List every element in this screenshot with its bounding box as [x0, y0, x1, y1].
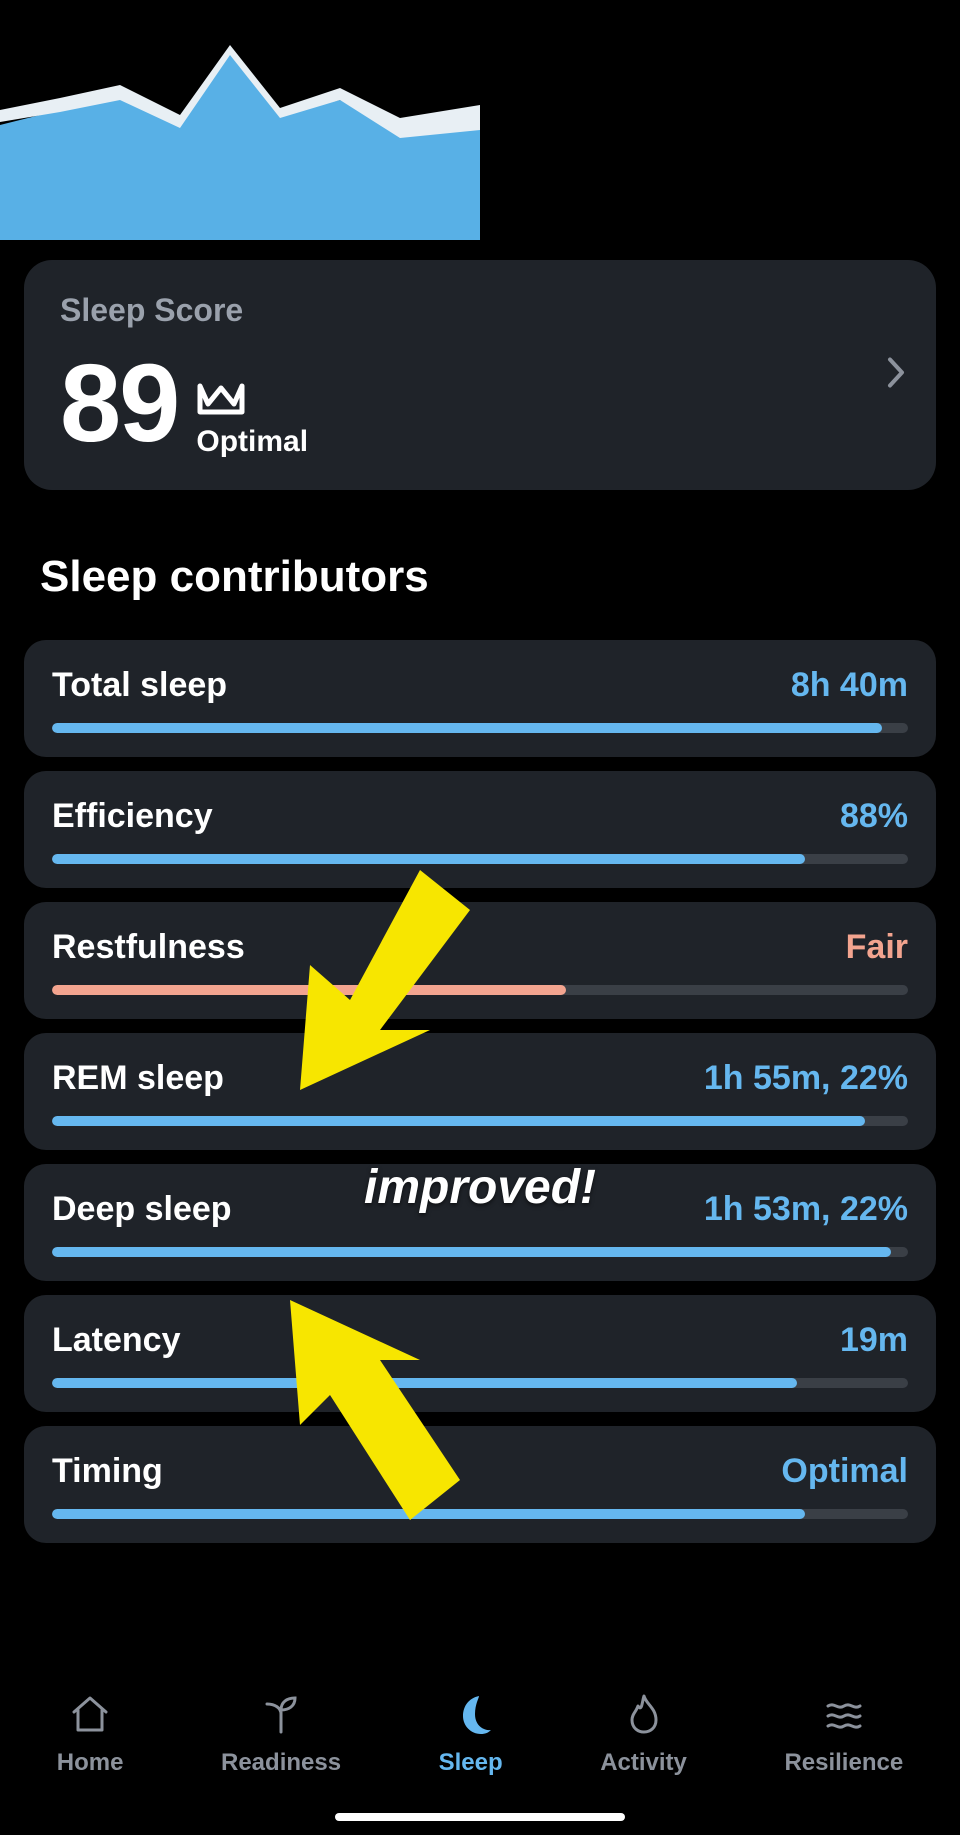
contributor-timing[interactable]: Timing Optimal — [24, 1426, 936, 1543]
contributor-label: Total sleep — [52, 666, 227, 705]
progress-bar — [52, 854, 908, 864]
progress-bar — [52, 985, 908, 995]
sleep-score-label: Sleep Score — [60, 292, 900, 329]
contributor-total-sleep[interactable]: Total sleep 8h 40m — [24, 640, 936, 757]
progress-bar — [52, 723, 908, 733]
contributor-value: Optimal — [781, 1452, 908, 1491]
waves-icon — [822, 1692, 866, 1741]
contributor-label: Restfulness — [52, 928, 245, 967]
home-icon — [68, 1692, 112, 1741]
flame-icon — [622, 1692, 666, 1741]
contributor-label: Latency — [52, 1321, 181, 1360]
progress-bar — [52, 1509, 908, 1519]
contributor-value: 88% — [840, 797, 908, 836]
contributor-value: Fair — [846, 928, 908, 967]
nav-label: Resilience — [784, 1749, 903, 1777]
nav-label: Readiness — [221, 1749, 341, 1777]
nav-label: Activity — [600, 1749, 687, 1777]
nav-resilience[interactable]: Resilience — [784, 1692, 903, 1777]
contributor-value: 1h 55m, 22% — [704, 1059, 908, 1098]
crown-icon — [196, 380, 246, 421]
nav-label: Home — [57, 1749, 124, 1777]
bottom-nav: Home Readiness Sleep Activity Resilience — [0, 1670, 960, 1835]
nav-readiness[interactable]: Readiness — [221, 1692, 341, 1777]
sleep-score-status: Optimal — [196, 425, 308, 459]
sleep-score-card[interactable]: Sleep Score 89 Optimal — [24, 260, 936, 490]
contributor-value: 19m — [840, 1321, 908, 1360]
chevron-right-icon — [886, 356, 906, 395]
contributor-value: 8h 40m — [791, 666, 908, 705]
contributor-efficiency[interactable]: Efficiency 88% — [24, 771, 936, 888]
nav-activity[interactable]: Activity — [600, 1692, 687, 1777]
sleep-stages-area-chart — [0, 0, 480, 240]
contributor-label: Efficiency — [52, 797, 213, 836]
sprout-icon — [259, 1692, 303, 1741]
contributor-value: 1h 53m, 22% — [704, 1190, 908, 1229]
contributor-deep-sleep[interactable]: Deep sleep 1h 53m, 22% — [24, 1164, 936, 1281]
contributor-rem-sleep[interactable]: REM sleep 1h 55m, 22% — [24, 1033, 936, 1150]
progress-bar — [52, 1247, 908, 1257]
sleep-contributors-list: Total sleep 8h 40m Efficiency 88% Restfu… — [24, 640, 936, 1543]
nav-label: Sleep — [439, 1749, 503, 1777]
sleep-score-value: 89 — [60, 349, 178, 459]
nav-sleep[interactable]: Sleep — [439, 1692, 503, 1777]
contributor-label: Deep sleep — [52, 1190, 232, 1229]
contributor-label: Timing — [52, 1452, 163, 1491]
home-indicator — [335, 1813, 625, 1821]
contributor-latency[interactable]: Latency 19m — [24, 1295, 936, 1412]
progress-bar — [52, 1116, 908, 1126]
moon-icon — [449, 1692, 493, 1741]
section-title-sleep-contributors: Sleep contributors — [40, 552, 429, 602]
contributor-restfulness[interactable]: Restfulness Fair — [24, 902, 936, 1019]
contributor-label: REM sleep — [52, 1059, 224, 1098]
nav-home[interactable]: Home — [57, 1692, 124, 1777]
progress-bar — [52, 1378, 908, 1388]
